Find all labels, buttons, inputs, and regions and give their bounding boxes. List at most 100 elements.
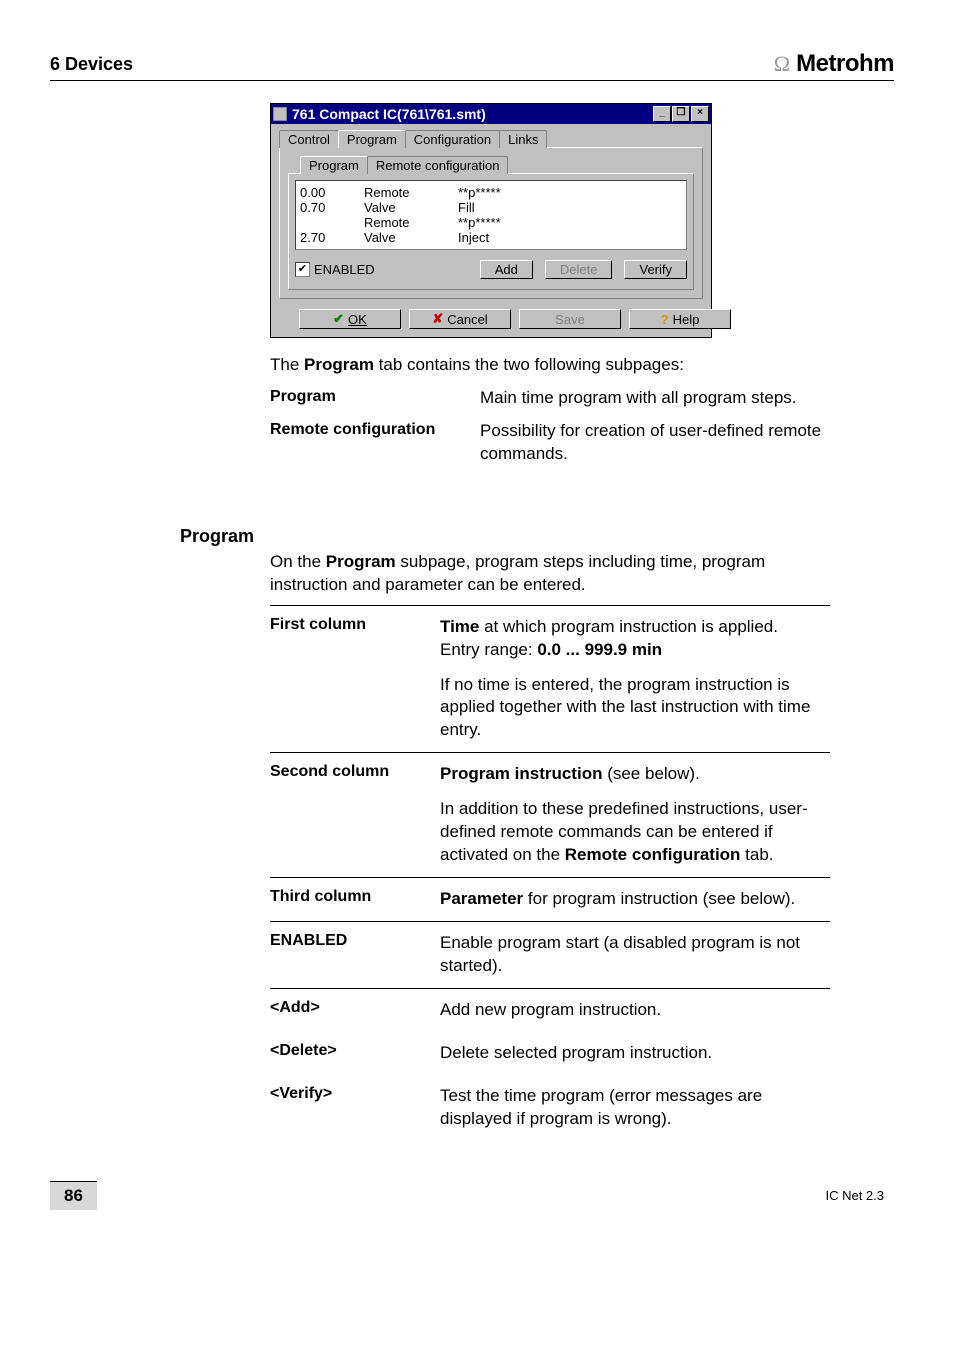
row-verify: <Verify> Test the time program (error me… <box>270 1075 830 1141</box>
section-label: 6 Devices <box>50 54 133 75</box>
window-body: Control Program Configuration Links Prog… <box>271 124 711 337</box>
page-number: 86 <box>50 1181 97 1210</box>
text: On the <box>270 552 326 571</box>
text-bold: 0.0 ... 999.9 min <box>537 640 662 659</box>
program-heading: Program <box>180 526 894 547</box>
value-delete: Delete selected program instruction. <box>440 1042 712 1065</box>
text-bold: Remote configuration <box>565 845 741 864</box>
program-row[interactable]: 2.70 Valve Inject <box>300 230 682 245</box>
term-program: Program <box>270 387 480 410</box>
cancel-label: Cancel <box>447 312 487 327</box>
inner-tab-remote-configuration[interactable]: Remote configuration <box>367 156 509 174</box>
row-delete: <Delete> Delete selected program instruc… <box>270 1032 830 1075</box>
row-second-column: Second column Program instruction (see b… <box>270 752 830 877</box>
tab-links[interactable]: Links <box>499 130 547 148</box>
row-first-column: First column Time at which program instr… <box>270 605 830 753</box>
ok-label: OK <box>348 312 367 327</box>
close-button[interactable]: × <box>691 106 709 122</box>
program-cmd: Valve <box>364 230 434 245</box>
app-window: 761 Compact IC(761\761.smt) _ ❐ × Contro… <box>270 103 712 338</box>
program-row[interactable]: 0.00 Remote **p***** <box>300 185 682 200</box>
text: tab. <box>740 845 773 864</box>
text: The <box>270 355 304 374</box>
program-controls: ✔ ENABLED Add Delete Verify <box>295 260 687 279</box>
value-enabled: Enable program start (a disabled program… <box>440 932 830 978</box>
save-label: Save <box>555 312 585 327</box>
text-bold: Parameter <box>440 889 523 908</box>
help-label: Help <box>673 312 700 327</box>
inner-tabs: Program Remote configuration <box>300 156 694 174</box>
enabled-checkbox[interactable]: ✔ ENABLED <box>295 262 375 277</box>
add-button[interactable]: Add <box>480 260 533 279</box>
inner-tab-program[interactable]: Program <box>300 156 368 174</box>
program-param: **p***** <box>458 215 538 230</box>
desc-program: Main time program with all program steps… <box>480 387 797 410</box>
footer: 86 IC Net 2.3 <box>50 1181 894 1210</box>
text: (see below). <box>602 764 699 783</box>
value-first-column: Time at which program instruction is app… <box>440 616 830 743</box>
label-verify: <Verify> <box>270 1085 440 1131</box>
brand-text: Metrohm <box>796 50 894 78</box>
program-list[interactable]: 0.00 Remote **p***** 0.70 Valve Fill Rem… <box>295 180 687 250</box>
program-cmd: Remote <box>364 185 434 200</box>
brand: Ω Metrohm <box>774 50 894 78</box>
check-icon: ✔ <box>333 311 344 327</box>
label-add: <Add> <box>270 999 440 1022</box>
program-time <box>300 215 340 230</box>
titlebar: 761 Compact IC(761\761.smt) _ ❐ × <box>271 104 711 124</box>
tab-program[interactable]: Program <box>338 130 406 148</box>
intro-para: The Program tab contains the two followi… <box>270 354 830 377</box>
program-intro: On the Program subpage, program steps in… <box>270 551 830 597</box>
program-row[interactable]: 0.70 Valve Fill <box>300 200 682 215</box>
program-para: On the Program subpage, program steps in… <box>270 551 830 597</box>
value-add: Add new program instruction. <box>440 999 661 1022</box>
program-param: Inject <box>458 230 538 245</box>
program-time: 0.70 <box>300 200 340 215</box>
omega-icon: Ω <box>774 51 790 77</box>
verify-button[interactable]: Verify <box>624 260 687 279</box>
tab-control[interactable]: Control <box>279 130 339 148</box>
outer-tab-panel: Program Remote configuration 0.00 Remote… <box>279 147 703 299</box>
text: Entry range: <box>440 640 537 659</box>
window-icon <box>273 107 287 121</box>
inner-tab-panel: 0.00 Remote **p***** 0.70 Valve Fill Rem… <box>288 173 694 290</box>
label-third-column: Third column <box>270 888 440 911</box>
program-time: 0.00 <box>300 185 340 200</box>
desc-remote-configuration: Possibility for creation of user-defined… <box>480 420 830 466</box>
cancel-button[interactable]: ✘ Cancel <box>409 309 511 329</box>
program-cmd: Valve <box>364 200 434 215</box>
restore-button[interactable]: ❐ <box>672 106 690 122</box>
value-verify: Test the time program (error messages ar… <box>440 1085 830 1131</box>
text-bold: Program <box>304 355 374 374</box>
minimize-button[interactable]: _ <box>653 106 671 122</box>
outer-tabs: Control Program Configuration Links <box>279 130 703 148</box>
tab-configuration[interactable]: Configuration <box>405 130 500 148</box>
help-button[interactable]: ? Help <box>629 309 731 329</box>
description-table: First column Time at which program instr… <box>270 605 830 1141</box>
enabled-label: ENABLED <box>314 262 375 277</box>
program-time: 2.70 <box>300 230 340 245</box>
ok-button[interactable]: ✔ OK <box>299 309 401 329</box>
page: 6 Devices Ω Metrohm 761 Compact IC(761\7… <box>0 0 954 1240</box>
program-row[interactable]: Remote **p***** <box>300 215 682 230</box>
row-add: <Add> Add new program instruction. <box>270 988 830 1032</box>
text: for program instruction (see below). <box>523 889 795 908</box>
definition-row: Remote configuration Possibility for cre… <box>270 420 830 466</box>
body-text: The Program tab contains the two followi… <box>270 354 830 466</box>
row-enabled: ENABLED Enable program start (a disabled… <box>270 921 830 988</box>
term-remote-configuration: Remote configuration <box>270 420 480 466</box>
doc-id: IC Net 2.3 <box>109 1188 894 1203</box>
window-title: 761 Compact IC(761\761.smt) <box>290 106 652 122</box>
label-second-column: Second column <box>270 763 440 867</box>
text-bold: Program instruction <box>440 764 602 783</box>
page-header: 6 Devices Ω Metrohm <box>50 50 894 81</box>
text-bold: Time <box>440 617 479 636</box>
program-param: Fill <box>458 200 538 215</box>
x-icon: ✘ <box>432 311 443 327</box>
save-button[interactable]: Save <box>519 309 621 329</box>
dialog-buttons: ✔ OK ✘ Cancel Save ? Help <box>279 309 703 329</box>
question-icon: ? <box>661 312 669 327</box>
row-third-column: Third column Parameter for program instr… <box>270 877 830 921</box>
delete-button[interactable]: Delete <box>545 260 613 279</box>
program-param: **p***** <box>458 185 538 200</box>
